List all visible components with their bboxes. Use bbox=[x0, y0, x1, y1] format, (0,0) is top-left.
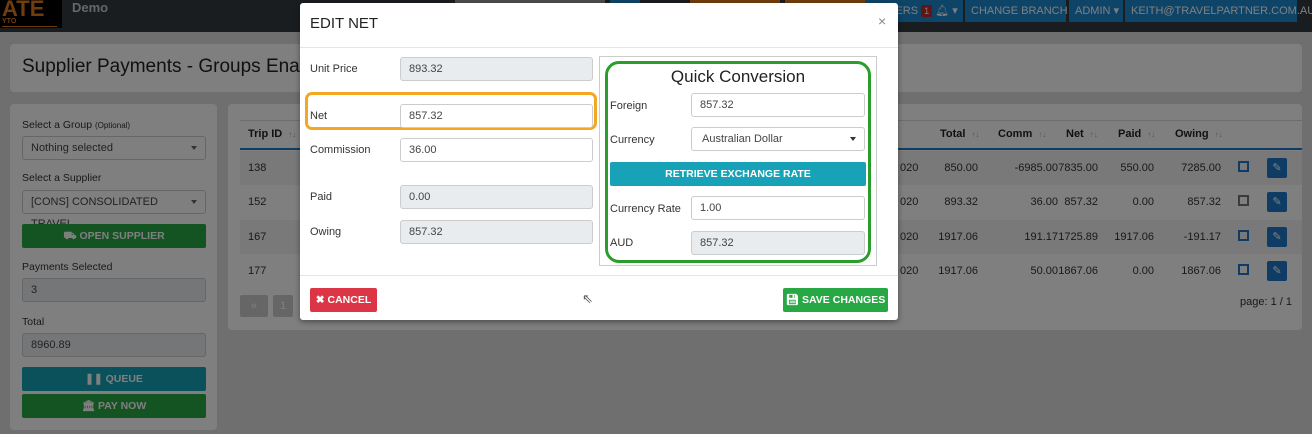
divider bbox=[300, 47, 898, 48]
chevron-down-icon bbox=[850, 137, 856, 141]
foreign-label: Foreign bbox=[610, 100, 648, 112]
edit-net-modal: EDIT NET × Unit Price 893.32 Net 857.32 … bbox=[300, 3, 898, 320]
unit-price-label: Unit Price bbox=[310, 63, 358, 75]
cancel-button[interactable]: ✖ CANCEL bbox=[310, 288, 377, 312]
divider bbox=[300, 275, 898, 276]
save-icon: 💾︎ bbox=[785, 294, 800, 306]
currency-select[interactable]: Australian Dollar bbox=[691, 127, 865, 151]
aud-field: 857.32 bbox=[691, 231, 865, 255]
mouse-cursor-icon: ⇖ bbox=[582, 291, 593, 306]
close-icon: ✖ bbox=[315, 294, 325, 306]
currency-label: Currency bbox=[610, 134, 655, 146]
paid-field: 0.00 bbox=[400, 185, 593, 209]
net-input[interactable]: 857.32 bbox=[400, 104, 593, 128]
modal-title: EDIT NET bbox=[310, 15, 379, 32]
commission-label: Commission bbox=[310, 144, 371, 156]
foreign-input[interactable]: 857.32 bbox=[691, 93, 865, 117]
close-icon[interactable]: × bbox=[878, 13, 886, 29]
commission-input[interactable]: 36.00 bbox=[400, 138, 593, 162]
retrieve-exchange-rate-button[interactable]: RETRIEVE EXCHANGE RATE bbox=[610, 162, 866, 186]
owing-field: 857.32 bbox=[400, 220, 593, 244]
currency-rate-input[interactable]: 1.00 bbox=[691, 196, 865, 220]
owing-label: Owing bbox=[310, 226, 342, 238]
paid-label: Paid bbox=[310, 191, 333, 203]
net-label: Net bbox=[310, 110, 328, 122]
unit-price-field: 893.32 bbox=[400, 57, 593, 81]
currency-rate-label: Currency Rate bbox=[610, 203, 681, 215]
aud-label: AUD bbox=[610, 237, 634, 249]
quick-conversion-title: Quick Conversion bbox=[670, 67, 806, 86]
save-changes-button[interactable]: 💾︎ SAVE CHANGES bbox=[783, 288, 888, 312]
